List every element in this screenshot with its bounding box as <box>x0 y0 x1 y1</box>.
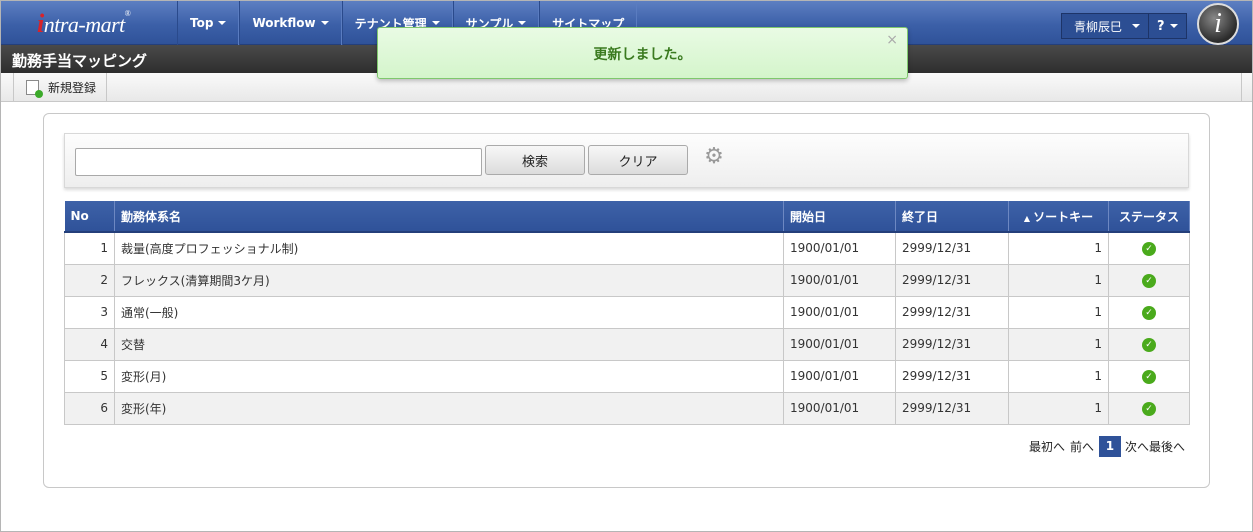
pager-first-link[interactable]: 最初へ <box>1029 438 1065 455</box>
column-header-start[interactable]: 開始日 <box>783 201 896 233</box>
close-icon[interactable]: × <box>886 32 898 48</box>
cell-start: 1900/01/01 <box>783 231 896 265</box>
search-area: 検索 クリア ⚙ <box>64 133 1189 188</box>
table-row[interactable]: 5 変形(月) 1900/01/01 2999/12/31 1 ✓ <box>64 359 1190 393</box>
cell-status: ✓ <box>1108 359 1190 393</box>
cell-end: 2999/12/31 <box>895 263 1009 297</box>
cell-no: 3 <box>64 295 115 329</box>
pager-current-page[interactable]: 1 <box>1098 436 1121 457</box>
cell-name[interactable]: 交替 <box>114 327 784 361</box>
status-ok-icon: ✓ <box>1142 338 1156 352</box>
cell-sort: 1 <box>1008 327 1109 361</box>
avatar[interactable]: i <box>1197 3 1239 45</box>
cell-end: 2999/12/31 <box>895 391 1009 425</box>
new-document-icon <box>26 79 43 98</box>
chevron-down-icon <box>431 21 440 25</box>
cell-name[interactable]: フレックス(清算期間3ケ月) <box>114 263 784 297</box>
cell-no: 2 <box>64 263 115 297</box>
cell-no: 1 <box>64 231 115 265</box>
status-ok-icon: ✓ <box>1142 306 1156 320</box>
cell-end: 2999/12/31 <box>895 327 1009 361</box>
pager-next-link[interactable]: 次へ <box>1125 438 1149 455</box>
cell-start: 1900/01/01 <box>783 391 896 425</box>
search-input[interactable] <box>75 148 482 176</box>
cell-sort: 1 <box>1008 391 1109 425</box>
column-header-name[interactable]: 勤務体系名 <box>114 201 784 233</box>
column-header-no[interactable]: No <box>64 201 115 233</box>
pager-prev-link[interactable]: 前へ <box>1070 438 1094 455</box>
cell-start: 1900/01/01 <box>783 359 896 393</box>
cell-sort: 1 <box>1008 231 1109 265</box>
cell-sort: 1 <box>1008 263 1109 297</box>
user-name-button[interactable]: 青柳辰巳 <box>1062 14 1150 38</box>
chevron-down-icon <box>518 21 527 25</box>
cell-sort: 1 <box>1008 295 1109 329</box>
cell-status: ✓ <box>1108 327 1190 361</box>
table-header-row: No 勤務体系名 開始日 終了日 ▲ ソートキー ステータス <box>64 201 1190 233</box>
nav-item-workflow[interactable]: Workflow <box>239 1 342 45</box>
content-panel: 検索 クリア ⚙ No 勤務体系名 開始日 終了日 ▲ ソートキー ステータス 1… <box>43 113 1210 488</box>
cell-status: ✓ <box>1108 231 1190 265</box>
result-table: No 勤務体系名 開始日 終了日 ▲ ソートキー ステータス 1 裁量(高度プロフ… <box>64 201 1190 425</box>
table-row[interactable]: 4 交替 1900/01/01 2999/12/31 1 ✓ <box>64 327 1190 361</box>
cell-name[interactable]: 裁量(高度プロフェッショナル制) <box>114 231 784 265</box>
column-header-sortkey[interactable]: ▲ ソートキー <box>1008 201 1109 233</box>
cell-name[interactable]: 変形(年) <box>114 391 784 425</box>
clear-button[interactable]: クリア <box>588 145 688 175</box>
table-row[interactable]: 6 変形(年) 1900/01/01 2999/12/31 1 ✓ <box>64 391 1190 425</box>
cell-no: 5 <box>64 359 115 393</box>
help-button[interactable]: ? <box>1149 14 1186 38</box>
new-register-button[interactable]: 新規登録 <box>13 73 108 101</box>
chevron-down-icon <box>1169 24 1178 28</box>
sort-asc-icon: ▲ <box>1023 213 1031 223</box>
cell-end: 2999/12/31 <box>895 359 1009 393</box>
cell-start: 1900/01/01 <box>783 295 896 329</box>
status-ok-icon: ✓ <box>1142 370 1156 384</box>
status-ok-icon: ✓ <box>1142 402 1156 416</box>
table-row[interactable]: 2 フレックス(清算期間3ケ月) 1900/01/01 2999/12/31 1… <box>64 263 1190 297</box>
column-header-status[interactable]: ステータス <box>1108 201 1190 233</box>
page-title: 勤務手当マッピング <box>12 52 148 70</box>
cell-name[interactable]: 通常(一般) <box>114 295 784 329</box>
cell-end: 2999/12/31 <box>895 295 1009 329</box>
search-button[interactable]: 検索 <box>485 145 585 175</box>
toolbar-divider <box>1241 73 1242 101</box>
intra-mart-logo[interactable]: intra-mart® <box>37 9 131 39</box>
nav-item-top[interactable]: Top <box>177 1 240 45</box>
cell-end: 2999/12/31 <box>895 231 1009 265</box>
success-toast: 更新しました。 × <box>377 27 908 79</box>
cell-no: 6 <box>64 391 115 425</box>
toast-message: 更新しました。 <box>593 47 692 63</box>
chevron-down-icon <box>1132 24 1141 28</box>
cell-start: 1900/01/01 <box>783 327 896 361</box>
user-menu: 青柳辰巳 ? <box>1061 13 1187 39</box>
column-header-end[interactable]: 終了日 <box>895 201 1009 233</box>
gear-icon[interactable]: ⚙ <box>702 145 726 169</box>
cell-status: ✓ <box>1108 295 1190 329</box>
chevron-down-icon <box>320 21 329 25</box>
status-ok-icon: ✓ <box>1142 242 1156 257</box>
cell-name[interactable]: 変形(月) <box>114 359 784 393</box>
chevron-down-icon <box>218 21 227 25</box>
table-row[interactable]: 1 裁量(高度プロフェッショナル制) 1900/01/01 2999/12/31… <box>64 231 1190 265</box>
pager-last-link[interactable]: 最後へ <box>1149 438 1185 455</box>
cell-status: ✓ <box>1108 263 1190 297</box>
pagination: 最初へ 前へ 1 次へ 最後へ <box>1024 436 1185 457</box>
cell-sort: 1 <box>1008 359 1109 393</box>
status-ok-icon: ✓ <box>1142 274 1156 288</box>
cell-no: 4 <box>64 327 115 361</box>
cell-start: 1900/01/01 <box>783 263 896 297</box>
cell-status: ✓ <box>1108 391 1190 425</box>
table-row[interactable]: 3 通常(一般) 1900/01/01 2999/12/31 1 ✓ <box>64 295 1190 329</box>
